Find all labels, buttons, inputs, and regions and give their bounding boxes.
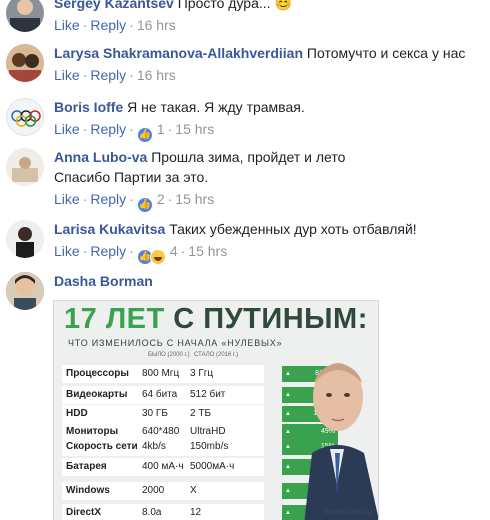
column-header-was: БЫЛО (2000 г.) bbox=[148, 352, 190, 358]
like-link[interactable]: Like bbox=[54, 17, 80, 33]
infographic-row: HDD 30 ГБ 2 ТБ bbox=[62, 405, 264, 423]
infographic-subtitle: ЧТО ИЗМЕНИЛОСЬ С НАЧАЛА «НУЛЕВЫХ» bbox=[68, 338, 283, 348]
image-credit: RUPOSTERS.RU bbox=[324, 510, 372, 516]
comment-author[interactable]: Larysa Shakramanova-Allakhverdiian bbox=[54, 45, 303, 61]
portrait-illustration bbox=[292, 325, 378, 520]
like-reaction-icon[interactable]: 👍 bbox=[136, 127, 153, 143]
comment-author[interactable]: Anna Lubo-va bbox=[54, 149, 147, 165]
avatar[interactable] bbox=[6, 98, 44, 136]
infographic-row: Процессоры 800 Мгц 3 Ггц bbox=[62, 365, 264, 383]
comment-author[interactable]: Larisa Kukavitsa bbox=[54, 221, 165, 237]
reply-link[interactable]: Reply bbox=[90, 17, 126, 33]
like-link[interactable]: Like bbox=[54, 191, 80, 207]
comment-time[interactable]: 16 hrs bbox=[137, 17, 176, 33]
comment-text: Потомучто и секса у нас bbox=[306, 45, 466, 61]
comment-text: Таких убежденных дур хоть отбавляй! bbox=[169, 221, 417, 237]
comment-attached-image[interactable]: 17 ЛЕТ С ПУТИНЫМ: ЧТО ИЗМЕНИЛОСЬ С НАЧАЛ… bbox=[53, 300, 379, 520]
smile-emoji-icon: 😊 bbox=[274, 0, 292, 11]
avatar[interactable] bbox=[6, 272, 44, 310]
comment-time[interactable]: 15 hrs bbox=[175, 121, 214, 137]
like-link[interactable]: Like bbox=[54, 67, 80, 83]
comment-text: Прошла зима, пройдет и лето bbox=[151, 149, 346, 165]
like-reaction-icon[interactable]: 👍 bbox=[136, 197, 153, 213]
infographic-row: DirectX 8.0a 12 bbox=[62, 504, 264, 520]
reply-link[interactable]: Reply bbox=[90, 243, 126, 259]
like-link[interactable]: Like bbox=[54, 121, 80, 137]
reply-link[interactable]: Reply bbox=[90, 121, 126, 137]
reaction-count[interactable]: 4 bbox=[170, 243, 178, 259]
reply-link[interactable]: Reply bbox=[90, 67, 126, 83]
infographic-row: Скорость сети 4kb/s 150mb/s bbox=[62, 438, 264, 456]
reply-link[interactable]: Reply bbox=[90, 191, 126, 207]
comment-author[interactable]: Dasha Borman bbox=[54, 273, 153, 289]
infographic-row: Видеокарты 64 бита 512 бит bbox=[62, 386, 264, 404]
infographic-row: Windows 2000 X bbox=[62, 482, 264, 500]
comment-time[interactable]: 15 hrs bbox=[175, 191, 214, 207]
infographic-row: Батарея 400 мА·ч 5000мА·ч bbox=[62, 458, 264, 476]
comment-time[interactable]: 15 hrs bbox=[188, 243, 227, 259]
comment-author[interactable]: Sergey Kazantsev bbox=[54, 0, 174, 11]
like-link[interactable]: Like bbox=[54, 243, 80, 259]
avatar[interactable] bbox=[6, 220, 44, 258]
reaction-count[interactable]: 1 bbox=[157, 121, 165, 137]
comment-text: Я не такая. Я жду трамвая. bbox=[127, 99, 305, 115]
avatar[interactable] bbox=[6, 0, 44, 32]
avatar[interactable] bbox=[6, 148, 44, 186]
column-header-now: СТАЛО (2016 г.) bbox=[194, 352, 239, 358]
avatar[interactable] bbox=[6, 44, 44, 82]
comment-text: Просто дура... bbox=[177, 0, 271, 11]
reaction-count[interactable]: 2 bbox=[157, 191, 165, 207]
comment-author[interactable]: Boris Ioffe bbox=[54, 99, 123, 115]
comment-text: Спасибо Партии за это. bbox=[54, 169, 209, 185]
comment-time[interactable]: 16 hrs bbox=[137, 67, 176, 83]
reactions-icon[interactable]: 👍 bbox=[136, 249, 166, 265]
